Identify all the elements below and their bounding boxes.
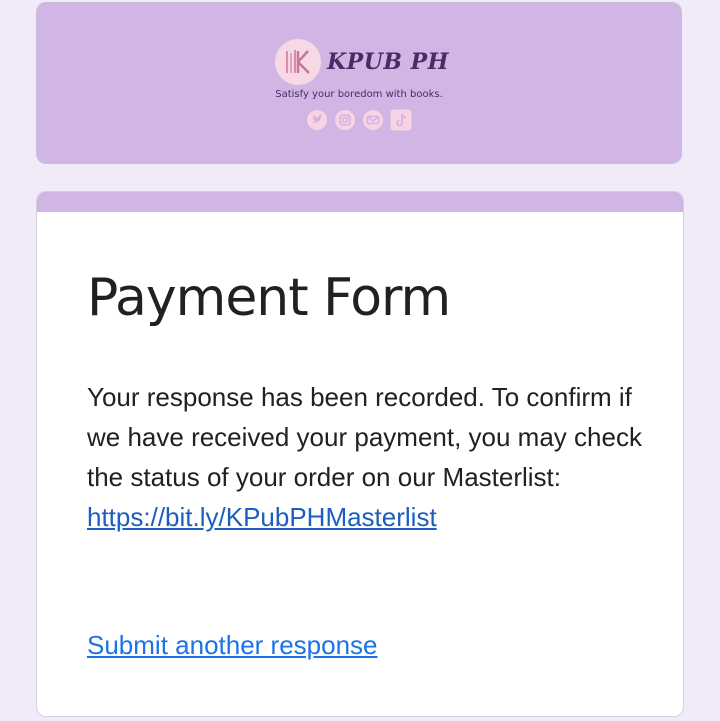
email-icon[interactable] — [362, 109, 384, 131]
tiktok-icon[interactable] — [390, 109, 412, 131]
book-logo-icon — [286, 50, 310, 74]
kpub-logo — [275, 39, 322, 85]
accent-bar — [37, 192, 683, 212]
confirmation-message-text: Your response has been recorded. To conf… — [87, 382, 642, 492]
social-links — [37, 109, 681, 131]
brand-row: KPUB PH — [37, 39, 681, 85]
instagram-icon[interactable] — [334, 109, 356, 131]
form-title: Payment Form — [87, 268, 451, 328]
form-header-banner: KPUB PH Satisfy your boredom with books. — [36, 2, 682, 164]
confirmation-message: Your response has been recorded. To conf… — [87, 377, 647, 537]
twitter-icon[interactable] — [306, 109, 328, 131]
confirmation-card: Payment Form Your response has been reco… — [36, 191, 684, 717]
brand-tagline: Satisfy your boredom with books. — [275, 89, 443, 100]
brand-name: KPUB PH — [327, 49, 449, 75]
masterlist-link[interactable]: https://bit.ly/KPubPHMasterlist — [87, 502, 437, 532]
submit-another-response-link[interactable]: Submit another response — [87, 630, 378, 661]
